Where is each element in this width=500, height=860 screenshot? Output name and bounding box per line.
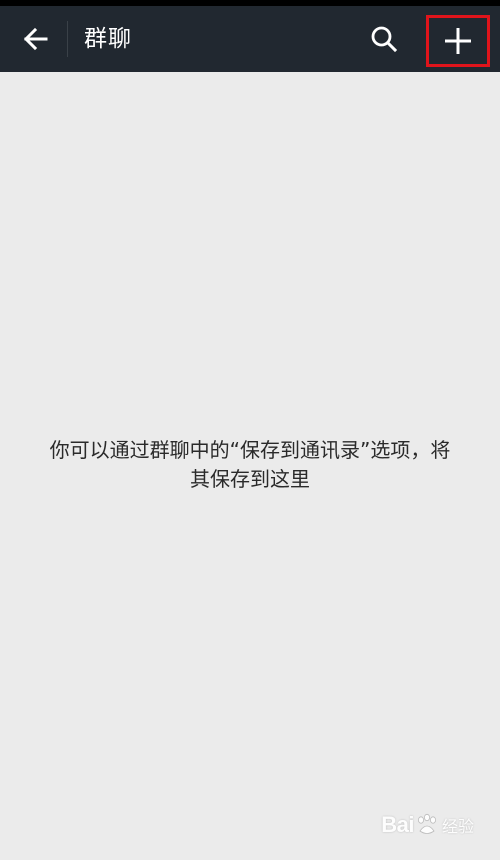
empty-state-line-2: 其保存到这里 [190,467,310,491]
add-button[interactable] [426,15,490,67]
arrow-left-icon [23,27,48,51]
header-divider [67,21,68,57]
plus-icon [445,28,471,54]
empty-state-message: 你可以通过群聊中的“保存到通讯录”选项，将 其保存到这里 [20,436,480,494]
page-title: 群聊 [84,26,132,52]
top-app-bar: 群聊 [0,6,500,72]
group-chat-list: 你可以通过群聊中的“保存到通讯录”选项，将 其保存到这里 [0,72,500,860]
search-button[interactable] [358,11,410,67]
empty-state-line-1: 你可以通过群聊中的“保存到通讯录”选项，将 [49,438,451,462]
watermark-brand: Bai [381,812,414,837]
search-icon [371,26,398,53]
watermark-suffix: 经验 [441,817,474,836]
back-button[interactable] [8,11,62,67]
baidu-watermark: Bai 经验 [381,812,474,838]
paw-icon [417,813,436,834]
